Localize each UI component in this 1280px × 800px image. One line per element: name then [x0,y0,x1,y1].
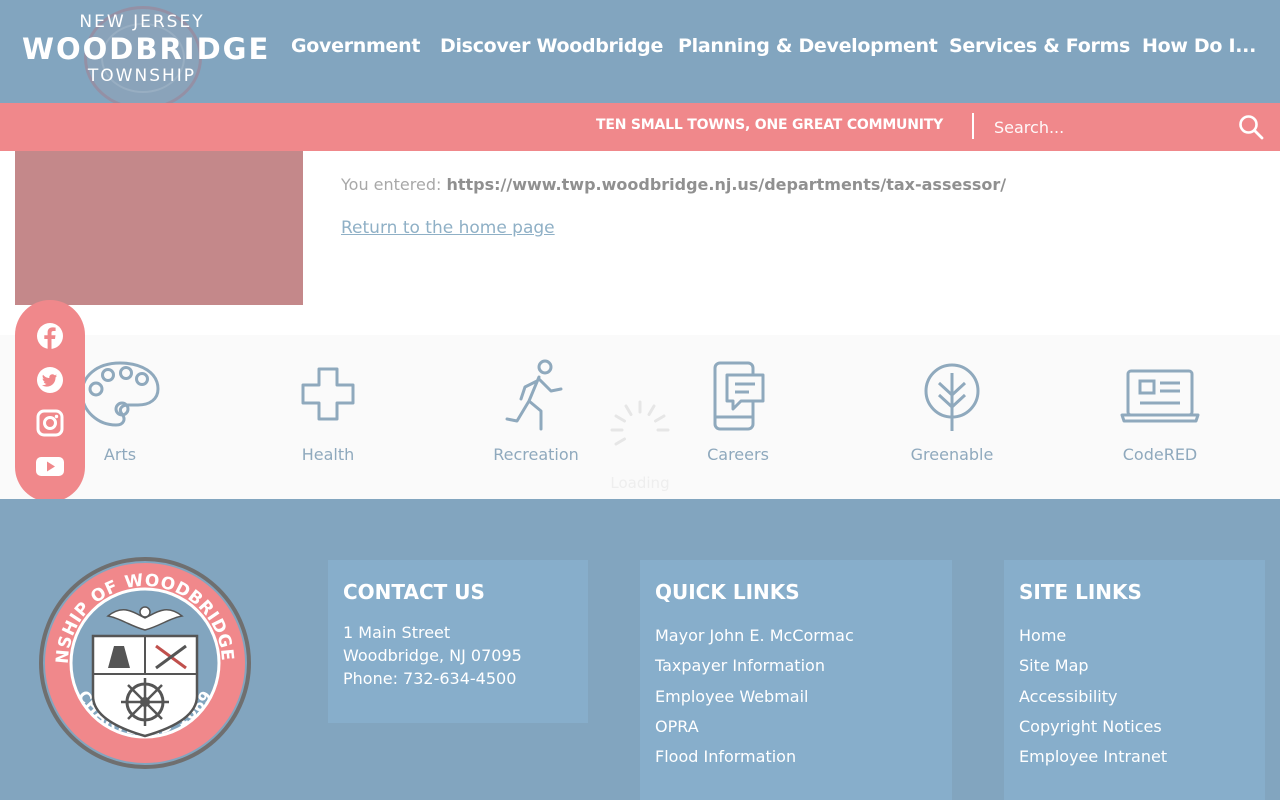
quick-links-title: QUICK LINKS [655,580,800,604]
site-link-employee-intranet[interactable]: Employee Intranet [1019,742,1250,772]
runner-icon [505,359,563,431]
leaf-icon [924,363,980,431]
site-link-copyright-notices[interactable]: Copyright Notices [1019,712,1250,742]
strip-label-greenable: Greenable [910,445,994,464]
quick-link-opra[interactable]: OPRA [655,712,937,742]
contact-title: CONTACT US [343,580,485,604]
facebook-link[interactable] [36,322,64,350]
strip-item-health[interactable]: Health [258,359,398,469]
spinner-icon [610,400,670,446]
contact-address-line1: 1 Main Street [343,623,451,642]
site-footer: TOWNSHIP OF WOODBRIDGE, N.J. CHARTERED 1… [0,499,1280,800]
youtube-icon [36,457,64,476]
strip-label-codered: CodeRED [1122,445,1198,464]
contact-panel: CONTACT US 1 Main Street Woodbridge, NJ … [328,560,588,723]
strip-label-health: Health [301,445,355,464]
instagram-icon [36,409,64,437]
site-links-panel: SITE LINKS Home Site Map Accessibility C… [1004,560,1265,800]
banner-divider [972,113,974,139]
strip-item-codered[interactable]: CodeRED [1090,359,1230,469]
strip-label-recreation: Recreation [493,445,579,464]
quick-links-panel: QUICK LINKS Mayor John E. McCormac Taxpa… [640,560,952,800]
nav-how-do-i[interactable]: How Do I... [1142,35,1256,57]
nav-planning-development[interactable]: Planning & Development [678,35,938,57]
entered-prefix: You entered: [341,175,442,194]
logo-bottom-text: TOWNSHIP [87,66,197,86]
strip-label-careers: Careers [707,445,769,464]
contact-address-line2: Woodbridge, NJ 07095 [343,646,522,665]
strip-item-greenable[interactable]: Greenable [882,359,1022,469]
side-image-block [15,151,303,305]
entered-url: https://www.twp.woodbridge.nj.us/departm… [446,175,1007,194]
instagram-link[interactable] [36,409,64,437]
logo-top-text: NEW JERSEY [79,12,205,32]
nav-services-forms[interactable]: Services & Forms [949,35,1130,57]
quick-link-mayor[interactable]: Mayor John E. McCormac [655,621,937,651]
search-button[interactable] [1236,113,1266,143]
cross-icon [301,367,355,421]
strip-item-recreation[interactable]: Recreation [466,359,606,469]
social-sidebar [15,300,85,502]
nav-discover-woodbridge[interactable]: Discover Woodbridge [440,35,663,57]
site-header: NEW JERSEY WOODBRIDGE TOWNSHIP Governmen… [0,0,1280,110]
quick-link-employee-webmail[interactable]: Employee Webmail [655,682,937,712]
search-icon [1239,114,1264,139]
tagline: TEN SMALL TOWNS, ONE GREAT COMMUNITY [596,117,944,133]
palette-icon [80,361,160,427]
loading-indicator: Loading [600,398,680,492]
contact-phone: Phone: 732-634-4500 [343,669,517,688]
laptop-icon [1120,369,1200,423]
site-links-title: SITE LINKS [1019,580,1142,604]
quick-link-flood-information[interactable]: Flood Information [655,742,937,772]
site-link-site-map[interactable]: Site Map [1019,651,1250,681]
quick-link-taxpayer-information[interactable]: Taxpayer Information [655,651,937,681]
phone-chat-icon [713,361,765,431]
twitter-icon [37,367,63,393]
search-input[interactable] [986,109,1226,145]
township-seal-icon: TOWNSHIP OF WOODBRIDGE, N.J. CHARTERED 1… [38,556,251,769]
strip-item-careers[interactable]: Careers [668,359,808,469]
site-link-home[interactable]: Home [1019,621,1250,651]
site-link-accessibility[interactable]: Accessibility [1019,682,1250,712]
return-home-link[interactable]: Return to the home page [341,218,555,238]
nav-government[interactable]: Government [291,35,420,57]
loading-text: Loading [610,474,670,492]
entered-url-line: You entered: https://www.twp.woodbridge.… [341,175,1006,194]
facebook-icon [37,323,63,349]
twitter-link[interactable] [36,366,64,394]
banner-bar: TEN SMALL TOWNS, ONE GREAT COMMUNITY [0,103,1280,151]
logo-main-text: WOODBRIDGE [22,32,271,66]
youtube-link[interactable] [36,452,64,480]
site-logo[interactable]: NEW JERSEY WOODBRIDGE TOWNSHIP [22,6,271,110]
